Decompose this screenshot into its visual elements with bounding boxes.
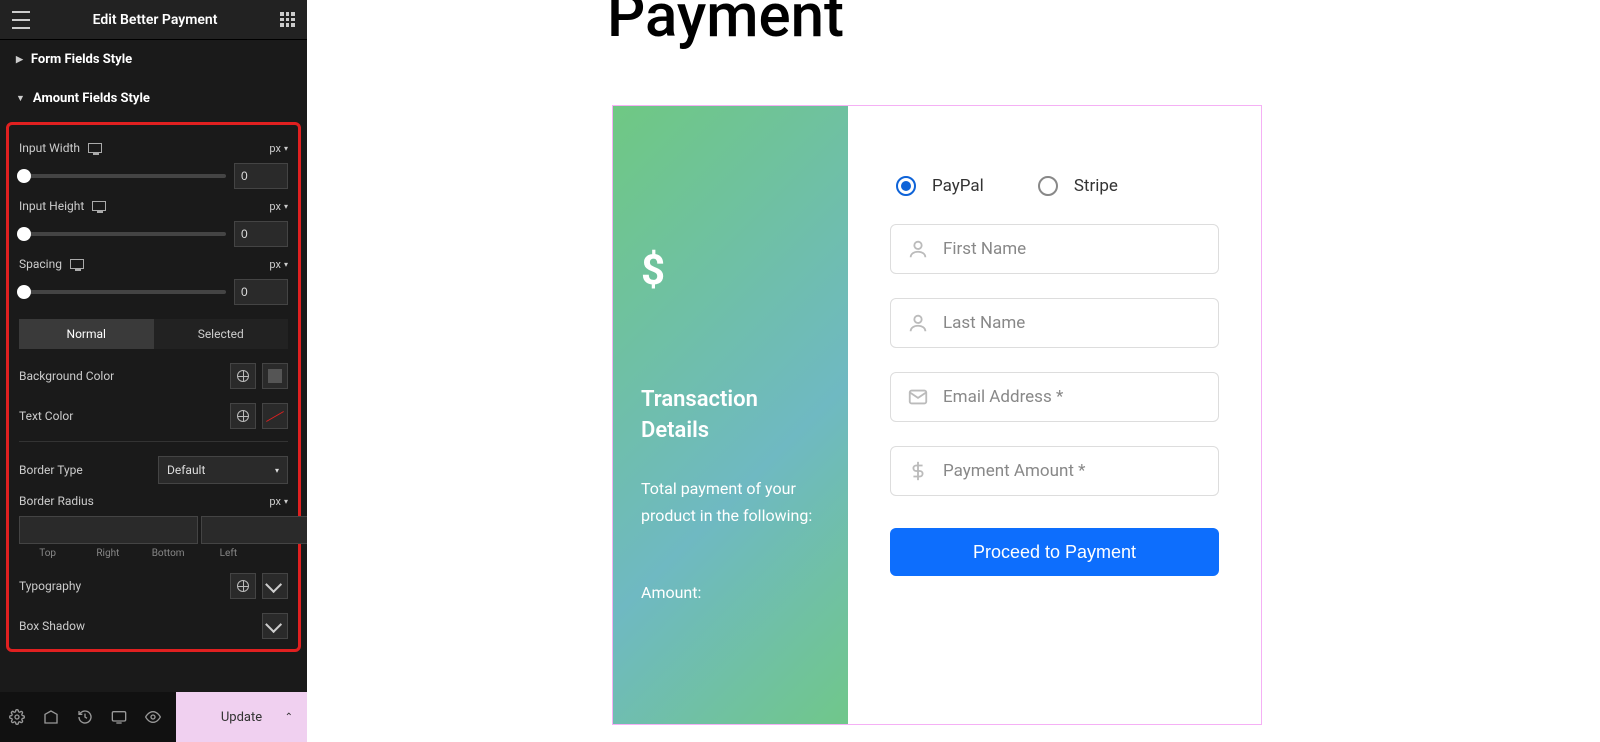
input-width-slider[interactable]	[19, 174, 226, 178]
input-height-label: Input Height	[19, 199, 84, 213]
menu-icon[interactable]	[12, 11, 30, 29]
spacing-value[interactable]	[234, 279, 288, 305]
responsive-button[interactable]	[102, 692, 136, 742]
first-name-field[interactable]: First Name	[890, 224, 1219, 274]
payment-amount-field[interactable]: Payment Amount *	[890, 446, 1219, 496]
section-amount-fields-style[interactable]: ▼ Amount Fields Style	[0, 79, 307, 118]
border-radius-top[interactable]	[19, 516, 198, 544]
amount-label: Amount:	[641, 583, 820, 602]
apps-icon[interactable]	[280, 12, 295, 27]
preview-button[interactable]	[136, 692, 170, 742]
radio-paypal[interactable]: PayPal	[896, 176, 984, 196]
input-width-value[interactable]	[234, 163, 288, 189]
responsive-icon[interactable]	[92, 201, 106, 211]
bg-color-picker[interactable]	[262, 363, 288, 389]
border-radius-label: Border Radius	[19, 494, 94, 508]
box-shadow-label: Box Shadow	[19, 619, 85, 633]
radio-icon	[896, 176, 916, 196]
user-icon	[907, 312, 929, 334]
chevron-right-icon: ▶	[16, 55, 23, 65]
box-shadow-edit[interactable]	[262, 613, 288, 639]
payment-widget: $ Transaction Details Total payment of y…	[612, 105, 1262, 725]
email-field[interactable]: Email Address *	[890, 372, 1219, 422]
pencil-icon	[265, 616, 282, 633]
update-button[interactable]: Update ⌃	[176, 692, 307, 742]
tab-selected[interactable]: Selected	[154, 319, 289, 349]
user-icon	[907, 238, 929, 260]
spacing-slider[interactable]	[19, 290, 226, 294]
radio-icon	[1038, 176, 1058, 196]
spacing-unit-select[interactable]: px▾	[269, 258, 288, 271]
last-name-field[interactable]: Last Name	[890, 298, 1219, 348]
border-type-label: Border Type	[19, 463, 83, 477]
dollar-icon	[907, 460, 929, 482]
settings-button[interactable]	[0, 692, 34, 742]
text-color-picker[interactable]	[262, 403, 288, 429]
typography-edit[interactable]	[262, 573, 288, 599]
transaction-details-title: Transaction Details	[641, 385, 820, 447]
responsive-icon[interactable]	[88, 143, 102, 153]
radio-stripe[interactable]: Stripe	[1038, 176, 1118, 196]
border-radius-right[interactable]	[201, 516, 307, 544]
pencil-icon	[265, 576, 282, 593]
proceed-button[interactable]: Proceed to Payment	[890, 528, 1219, 576]
responsive-icon[interactable]	[70, 259, 84, 269]
text-color-label: Text Color	[19, 409, 73, 423]
input-height-value[interactable]	[234, 221, 288, 247]
input-width-label: Input Width	[19, 141, 80, 155]
border-radius-unit-select[interactable]: px▾	[269, 495, 288, 508]
dollar-icon: $	[641, 246, 820, 295]
chevron-down-icon: ▼	[16, 93, 25, 104]
spacing-label: Spacing	[19, 257, 62, 271]
amount-fields-controls: Input Width px▾ Input Height	[6, 122, 301, 652]
transaction-panel: $ Transaction Details Total payment of y…	[613, 106, 848, 724]
page-title: Payment	[607, 0, 844, 51]
transaction-details-text: Total payment of your product in the fol…	[641, 475, 820, 529]
text-color-global[interactable]	[230, 403, 256, 429]
input-width-unit-select[interactable]: px▾	[269, 142, 288, 155]
chevron-up-icon[interactable]: ⌃	[285, 712, 293, 723]
section-form-fields-style[interactable]: ▶ Form Fields Style	[0, 40, 307, 79]
typography-global[interactable]	[230, 573, 256, 599]
history-button[interactable]	[68, 692, 102, 742]
tab-normal[interactable]: Normal	[19, 319, 154, 349]
mail-icon	[907, 386, 929, 408]
background-color-label: Background Color	[19, 369, 114, 383]
navigator-button[interactable]	[34, 692, 68, 742]
bg-color-global[interactable]	[230, 363, 256, 389]
input-height-slider[interactable]	[19, 232, 226, 236]
typography-label: Typography	[19, 579, 81, 593]
panel-title: Edit Better Payment	[30, 12, 280, 28]
border-type-select[interactable]: Default ▾	[158, 456, 288, 484]
input-height-unit-select[interactable]: px▾	[269, 200, 288, 213]
